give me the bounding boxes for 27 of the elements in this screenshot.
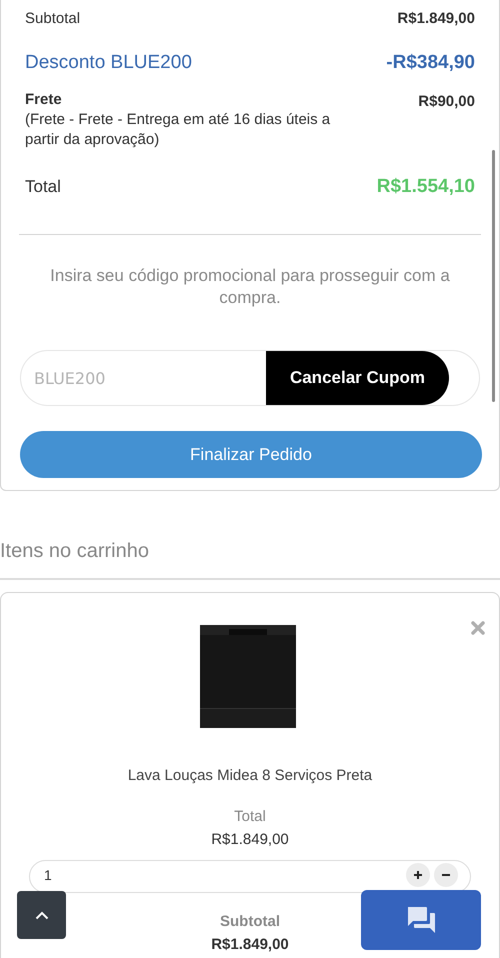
back-to-top-button[interactable]	[17, 891, 66, 939]
cart-title: Itens no carrinho	[0, 540, 149, 562]
total-value: R$1.554,10	[376, 174, 475, 199]
item-total-value: R$1.849,00	[211, 830, 289, 850]
plus-icon	[413, 870, 423, 880]
subtotal-value: R$1.849,00	[397, 8, 475, 29]
discount-value: -R$384,90	[386, 50, 475, 75]
coupon-field[interactable]: BLUE200 Cancelar Cupom	[20, 350, 480, 406]
quantity-value: 1	[44, 868, 52, 882]
subtotal-label: Subtotal	[25, 8, 80, 29]
decrease-button[interactable]	[434, 862, 458, 886]
item-subtotal-value: R$1.849,00	[211, 935, 289, 955]
discount-label: Desconto BLUE200	[25, 50, 192, 75]
total-label: Total	[25, 176, 61, 198]
shipping-value: R$90,00	[418, 92, 475, 112]
product-name: Lava Louças Midea 8 Serviços Preta	[128, 766, 372, 786]
promo-text: Insira seu código promocional para prosseguir com a compra.	[49, 265, 451, 309]
increase-button[interactable]	[406, 862, 430, 886]
chat-button[interactable]	[361, 890, 481, 950]
shipping-detail: (Frete - Frete - Entrega em até 16 dias úteis a partir da aprovação)	[25, 110, 332, 150]
item-total-label: Total	[234, 806, 266, 826]
chevron-up-icon	[34, 910, 48, 920]
shipping-label: Frete	[25, 90, 63, 110]
item-subtotal-label: Subtotal	[220, 912, 280, 932]
cancel-coupon-button[interactable]: Cancelar Cupom	[266, 351, 449, 405]
coupon-input[interactable]: BLUE200	[21, 351, 266, 405]
chat-icon	[406, 906, 436, 934]
